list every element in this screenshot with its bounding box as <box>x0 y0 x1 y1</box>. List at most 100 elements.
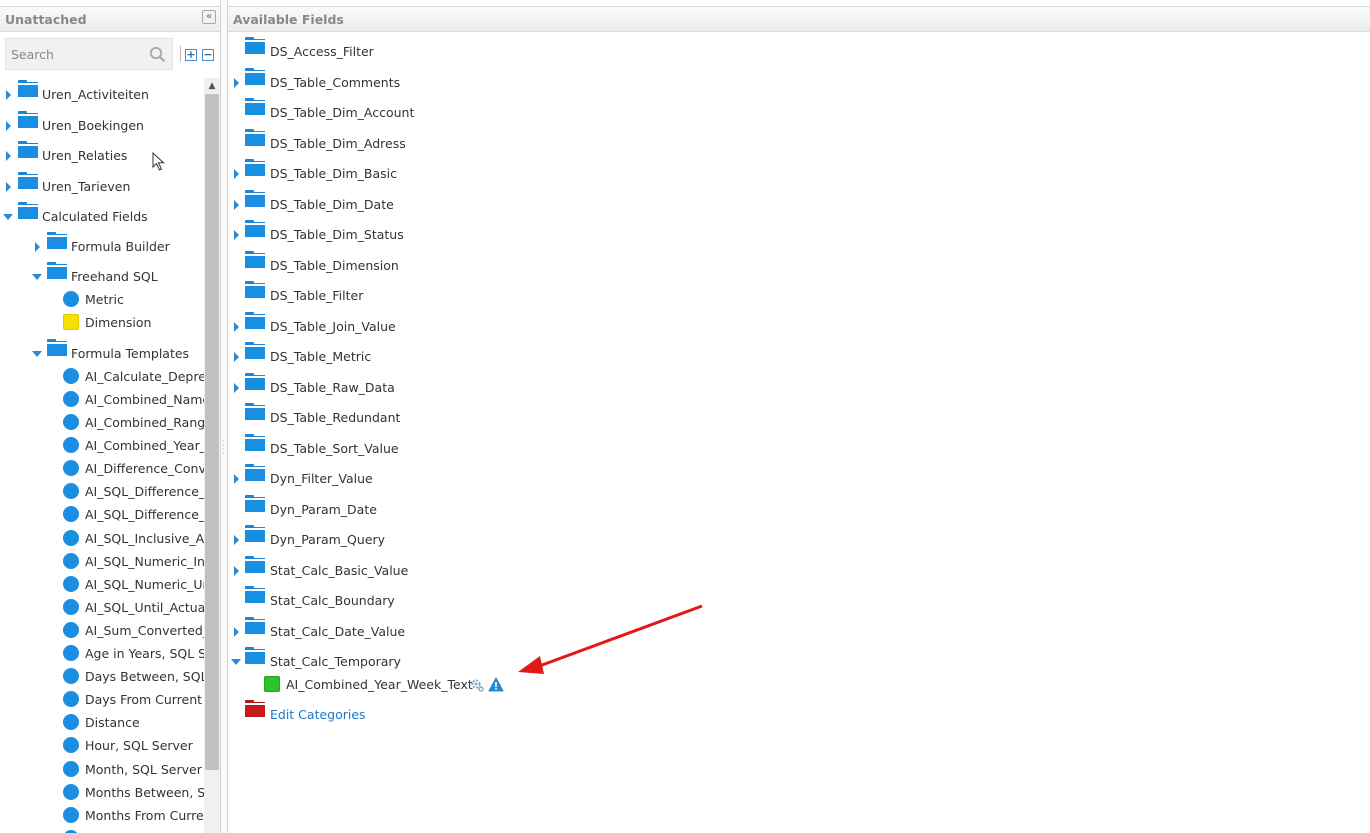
folder-icon <box>245 373 265 390</box>
scroll-up-icon[interactable]: ▲ <box>204 78 220 94</box>
folder-icon <box>245 342 265 359</box>
tree-item-label: Calculated Fields <box>42 209 148 224</box>
expand-arrow-icon[interactable] <box>6 90 11 100</box>
available-fields-title: Available Fields <box>233 12 344 27</box>
tree-item-label: Months Between, SQL <box>85 785 204 800</box>
metric-icon <box>63 391 79 407</box>
field-folder-label: DS_Table_Dimension <box>270 258 399 273</box>
metric-icon <box>63 483 79 499</box>
unattached-header: Unattached « <box>0 6 220 32</box>
folder-icon <box>245 159 265 176</box>
expand-arrow-icon[interactable] <box>234 322 239 332</box>
collapse-panel-icon[interactable]: « <box>202 10 216 24</box>
field-folder-label: DS_Table_Redundant <box>270 410 401 425</box>
field-folder-label: DS_Table_Dim_Status <box>270 227 404 242</box>
field-folder-label: DS_Table_Dim_Account <box>270 105 415 120</box>
expand-all-icon[interactable]: + <box>185 49 197 61</box>
folder-icon <box>245 617 265 634</box>
tree-item-label: AI_Calculate_Depreciation <box>85 369 204 384</box>
gear-icon[interactable] <box>470 678 484 692</box>
mouse-cursor-icon <box>152 152 165 171</box>
field-folder-label: DS_Table_Join_Value <box>270 319 396 334</box>
folder-icon <box>47 232 67 249</box>
metric-icon <box>63 437 79 453</box>
field-folder-label: DS_Table_Sort_Value <box>270 441 399 456</box>
tree-item-label: AI_SQL_Numeric_Ur <box>85 577 204 592</box>
warning-icon[interactable] <box>488 677 504 692</box>
expand-arrow-icon[interactable] <box>234 78 239 88</box>
expand-arrow-icon[interactable] <box>234 200 239 210</box>
metric-icon <box>63 599 79 615</box>
folder-icon <box>18 111 38 128</box>
tree-item-label: Uren_Tarieven <box>42 179 131 194</box>
field-folder-label: DS_Table_Dim_Date <box>270 197 394 212</box>
dimension-icon <box>63 314 79 330</box>
tree-item-label: Uren_Relaties <box>42 148 128 163</box>
expand-arrow-icon[interactable] <box>234 383 239 393</box>
collapse-all-icon[interactable]: − <box>202 49 214 61</box>
panel-splitter[interactable]: · · · · <box>221 0 228 833</box>
expand-arrow-icon[interactable] <box>234 474 239 484</box>
tree-item-label: Months From Current <box>85 808 204 823</box>
tree-item-label: AI_Difference_Conversion <box>85 461 204 476</box>
expand-arrow-icon[interactable] <box>234 627 239 637</box>
metric-icon <box>63 645 79 661</box>
field-folder-label: Dyn_Filter_Value <box>270 471 373 486</box>
folder-icon <box>18 172 38 189</box>
metric-icon <box>63 414 79 430</box>
edit-categories-label[interactable]: Edit Categories <box>270 707 366 722</box>
tree-item-label: AI_Combined_Year_ <box>85 438 204 453</box>
field-folder-label: DS_Table_Filter <box>270 288 364 303</box>
tree-scrollbar[interactable]: ▲ <box>204 78 220 833</box>
field-folder-label: DS_Table_Raw_Data <box>270 380 395 395</box>
unattached-title: Unattached <box>5 12 87 27</box>
splitter-grip-icon[interactable]: · · · · <box>222 438 226 458</box>
folder-icon <box>245 98 265 115</box>
scroll-thumb[interactable] <box>205 94 219 770</box>
available-fields-panel: Available Fields DS_Access_Filter DS_Tab… <box>228 0 1370 833</box>
expand-arrow-icon[interactable] <box>234 535 239 545</box>
metric-icon <box>63 737 79 753</box>
folder-open-icon <box>47 339 67 356</box>
collapse-arrow-icon[interactable] <box>32 274 42 280</box>
collapse-arrow-icon[interactable] <box>3 214 13 220</box>
folder-icon <box>245 586 265 603</box>
folder-icon <box>245 37 265 54</box>
folder-icon <box>245 281 265 298</box>
folder-icon <box>245 434 265 451</box>
field-folder-label: Stat_Calc_Date_Value <box>270 624 406 639</box>
expand-arrow-icon[interactable] <box>6 121 11 131</box>
search-box <box>5 38 173 70</box>
search-icon[interactable] <box>149 46 166 63</box>
field-folder-label: Stat_Calc_Temporary <box>270 654 401 669</box>
tree-item-label: AI_SQL_Inclusive_Ac <box>85 531 204 546</box>
expand-arrow-icon[interactable] <box>35 242 40 252</box>
annotation-arrow <box>518 604 703 674</box>
collapse-arrow-icon[interactable] <box>32 351 42 357</box>
collapse-arrow-icon[interactable] <box>231 659 241 665</box>
search-input[interactable] <box>6 39 146 69</box>
tree-item-label: Uren_Boekingen <box>42 118 144 133</box>
expand-arrow-icon[interactable] <box>234 352 239 362</box>
metric-icon <box>63 530 79 546</box>
metric-icon <box>63 576 79 592</box>
field-item-combined-year-week[interactable]: AI_Combined_Year_Week_Text <box>228 673 528 695</box>
field-folder-label: DS_Access_Filter <box>270 44 374 59</box>
metric-icon <box>63 553 79 569</box>
expand-arrow-icon[interactable] <box>234 230 239 240</box>
tree-item-label: Formula Builder <box>71 239 170 254</box>
folder-icon <box>18 80 38 97</box>
expand-arrow-icon[interactable] <box>234 566 239 576</box>
tree-item-label: AI_SQL_Difference_U <box>85 507 204 522</box>
metric-icon <box>63 668 79 684</box>
unattached-panel: Unattached « + − Uren_Activiteiten Uren_ <box>0 0 221 833</box>
expand-arrow-icon[interactable] <box>6 182 11 192</box>
folder-icon <box>245 525 265 542</box>
expand-arrow-icon[interactable] <box>6 151 11 161</box>
expand-arrow-icon[interactable] <box>234 169 239 179</box>
metric-icon <box>63 622 79 638</box>
tree-item-label: Age in Years, SQL Server <box>85 646 204 661</box>
available-fields-header: Available Fields <box>228 6 1370 32</box>
tree-item-label: Distance <box>85 715 140 730</box>
report-builder-fields: Unattached « + − Uren_Activiteiten Uren_ <box>0 0 1370 833</box>
